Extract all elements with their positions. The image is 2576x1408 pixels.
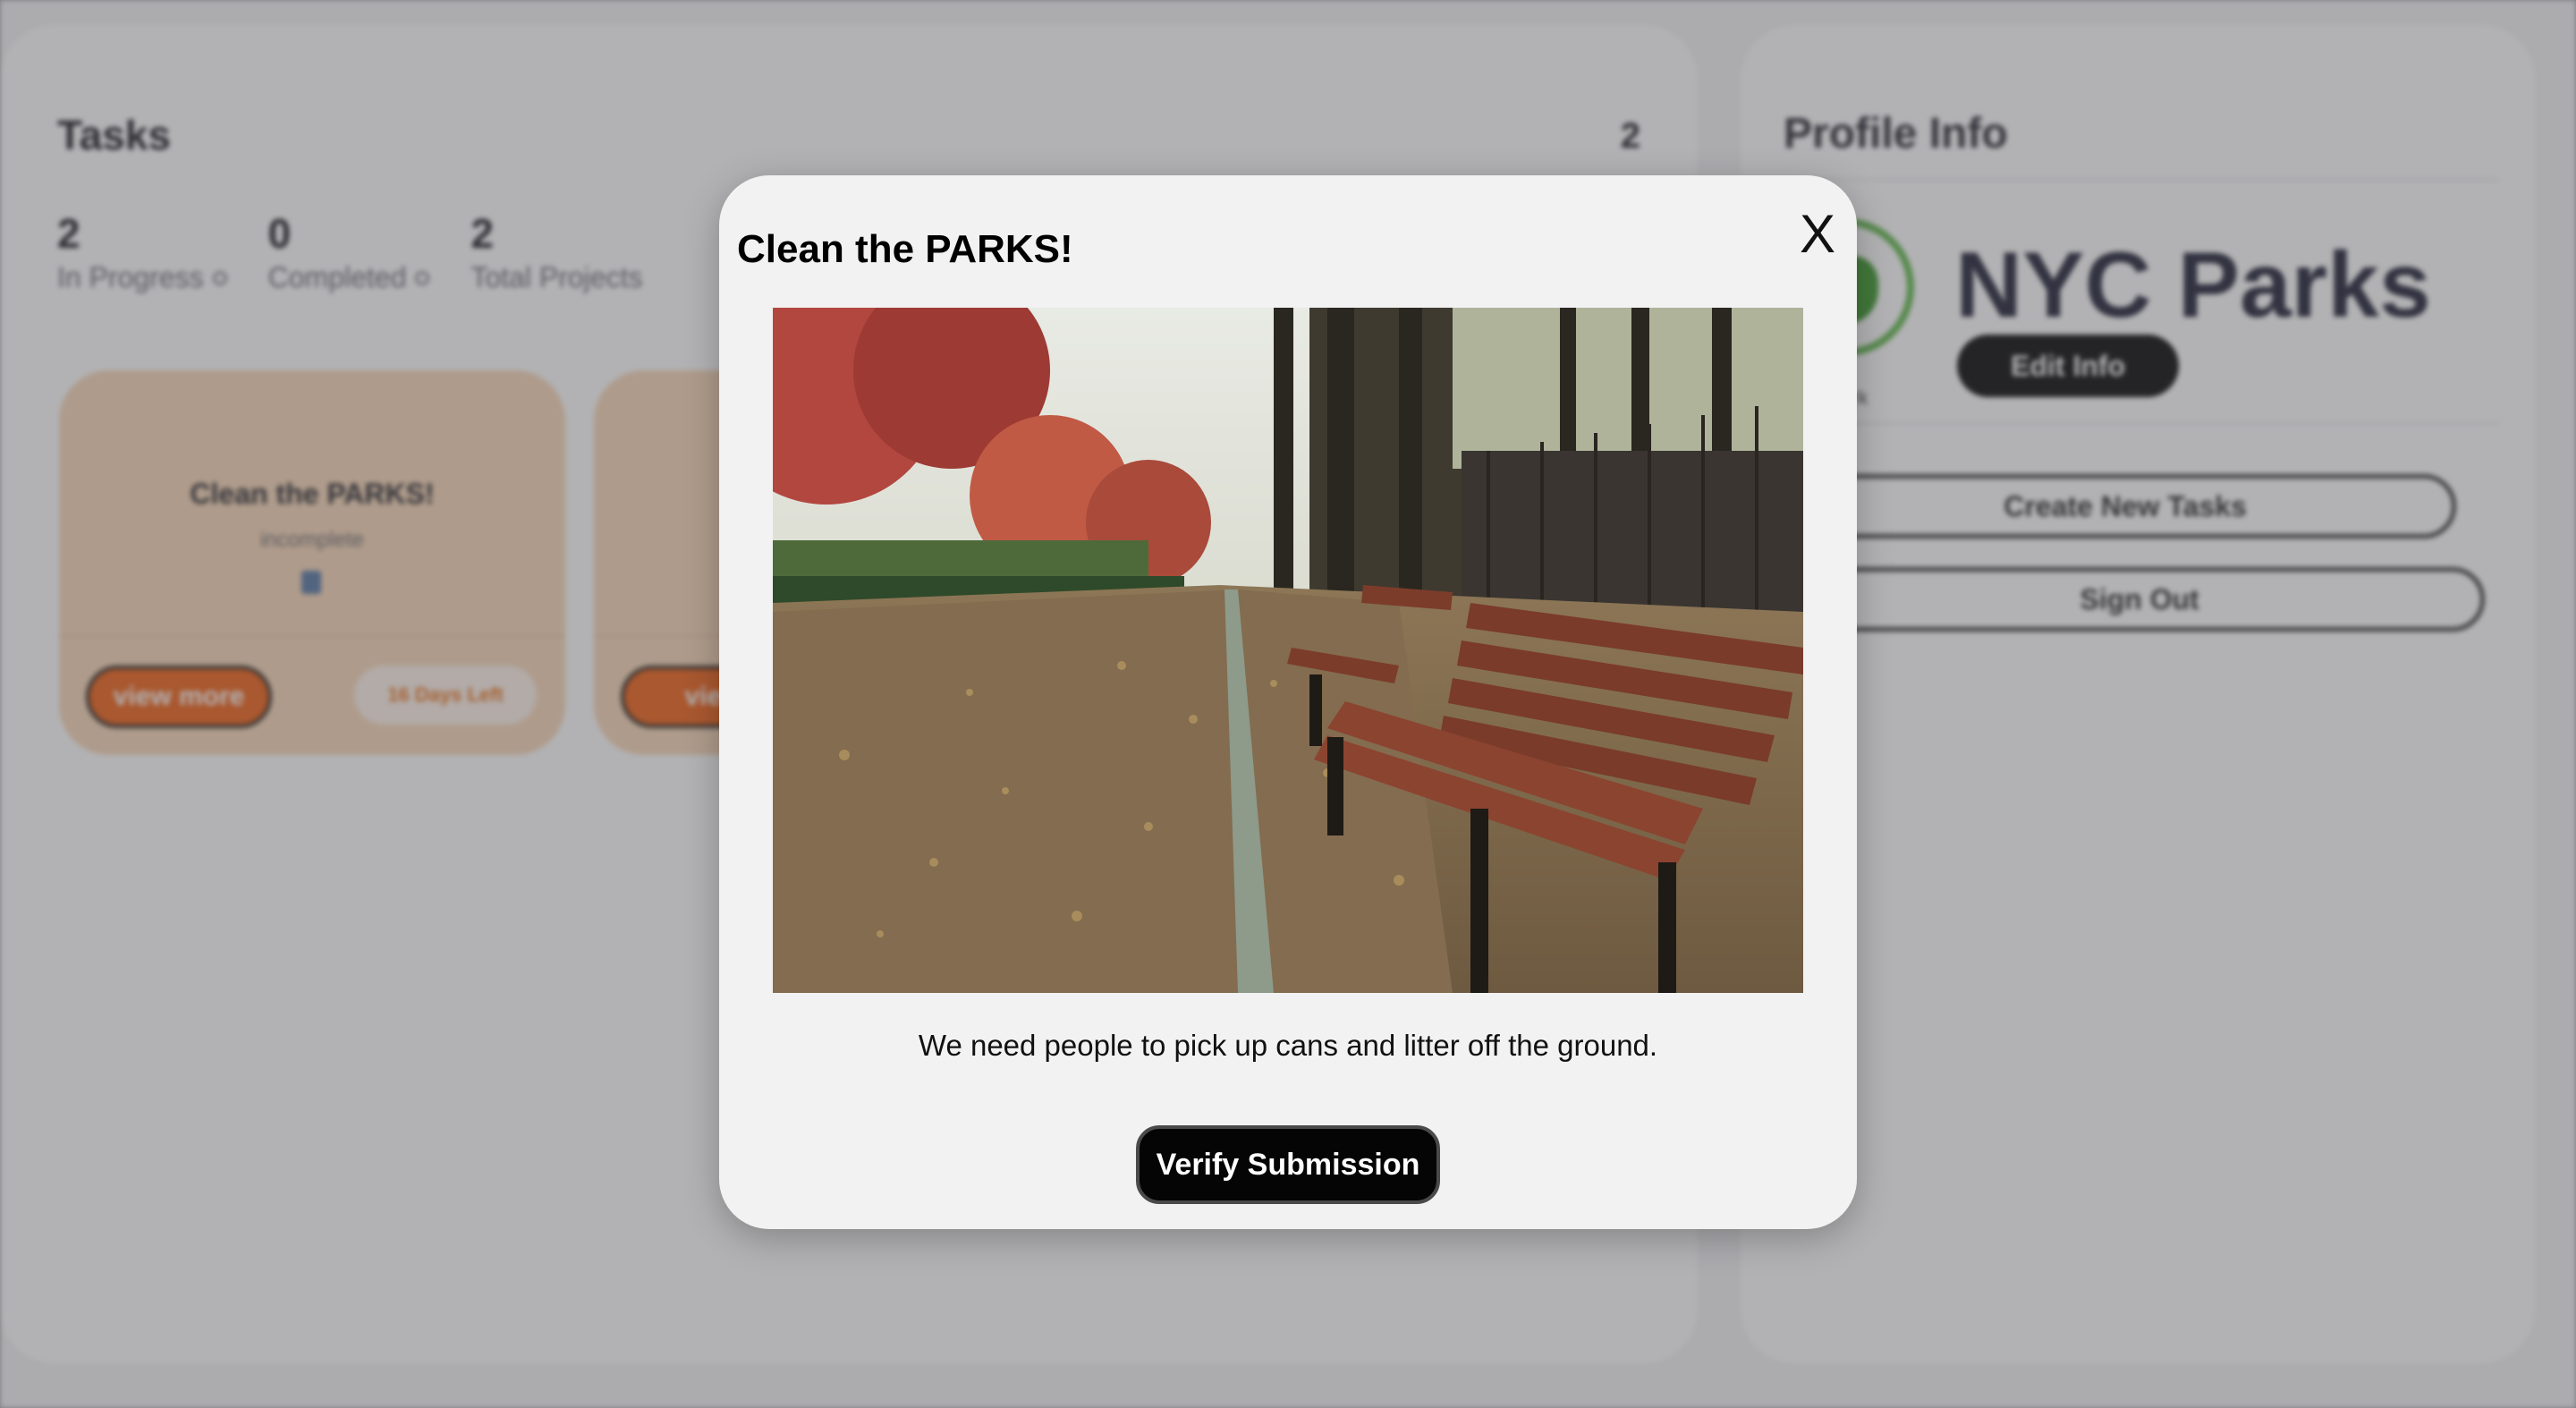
modal-description: We need people to pick up cans and litte… [918,1029,1658,1062]
verify-submission-button[interactable]: Verify Submission [1136,1125,1440,1204]
close-button[interactable]: X [1792,202,1843,265]
park-photo-illustration [773,308,1803,993]
task-detail-modal: Clean the PARKS! X We need people to pic… [719,175,1857,1229]
modal-title: Clean the PARKS! [737,227,1073,271]
park-bench-photo [773,308,1803,993]
